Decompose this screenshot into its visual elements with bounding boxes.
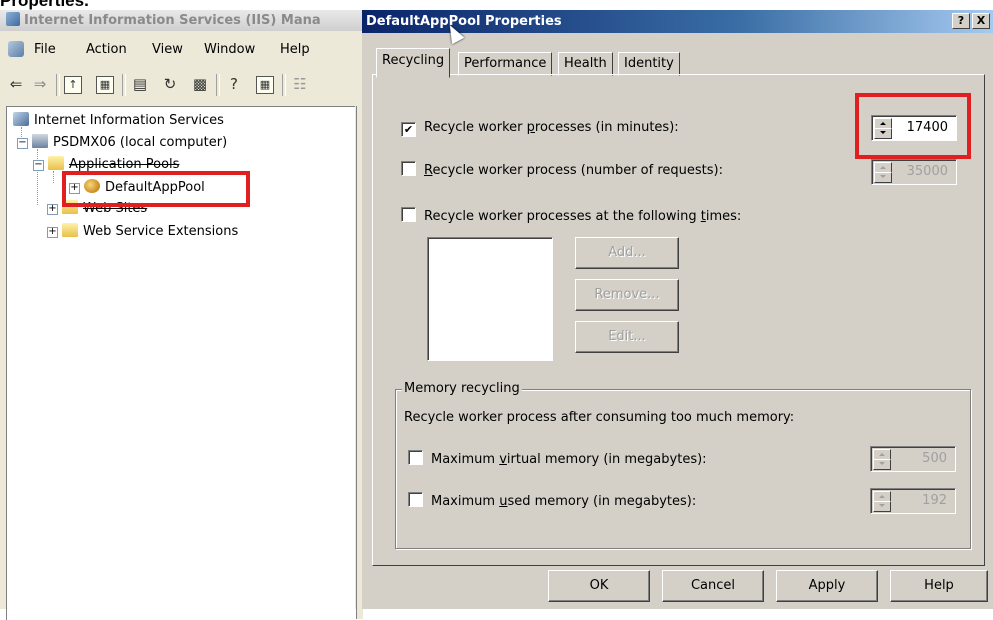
apply-button[interactable]: Apply (776, 570, 878, 602)
used-memory-option[interactable]: Maximum used memory (in megabytes): (408, 492, 696, 510)
recycle-minutes-checkbox[interactable] (401, 122, 416, 137)
dialog-title: DefaultAppPool Properties (366, 14, 562, 29)
recycle-requests-checkbox[interactable] (401, 161, 416, 176)
iis-title-bar: Internet Information Services (IIS) Mana (0, 10, 362, 31)
memory-recycling-legend: Memory recycling (402, 381, 522, 396)
recycle-times-option[interactable]: Recycle worker processes at the followin… (401, 207, 741, 225)
properties-dialog: DefaultAppPool Properties ? X Recycling … (362, 10, 993, 609)
toolbar-separator (216, 74, 220, 96)
action-pane-icon[interactable]: ▦ (256, 76, 274, 94)
spin-down-arrow-icon[interactable] (873, 501, 891, 512)
tree-item-iis[interactable]: Internet Information Services (13, 111, 224, 131)
recycle-requests-spinner[interactable]: 35000 (871, 159, 957, 185)
recycle-times-label: Recycle worker processes at the followin… (424, 209, 742, 224)
show-hide-tree-icon[interactable]: ▦ (96, 76, 114, 94)
used-memory-checkbox[interactable] (408, 492, 423, 507)
export-list-icon[interactable]: ▩ (190, 74, 210, 94)
expand-icon[interactable]: + (47, 227, 58, 238)
cancel-button[interactable]: Cancel (662, 570, 764, 602)
tab-performance[interactable]: Performance (458, 52, 553, 76)
help-icon[interactable]: ? (224, 74, 244, 94)
recycle-requests-option[interactable]: Recycle worker process (number of reques… (401, 161, 723, 179)
menu-bar: File Action View Window Help (0, 36, 362, 62)
recycle-requests-label: Recycle worker process (number of reques… (424, 163, 723, 178)
used-memory-label: Maximum used memory (in megabytes): (431, 494, 697, 509)
ok-button[interactable]: OK (548, 570, 650, 602)
virtual-memory-option[interactable]: Maximum virtual memory (in megabytes): (408, 450, 707, 468)
iis-icon (13, 112, 29, 126)
virtual-memory-label: Maximum virtual memory (in megabytes): (431, 452, 707, 467)
memory-recycling-group: Memory recycling Recycle worker process … (395, 381, 971, 549)
edit-time-button[interactable]: Edit... (575, 321, 679, 353)
help-button[interactable]: Help (890, 570, 988, 602)
server-icon[interactable]: ☷ (290, 74, 310, 94)
folder-icon (48, 156, 64, 170)
folder-icon (62, 223, 78, 237)
toolbar-separator (122, 74, 126, 96)
recycle-requests-value: 35000 (906, 164, 948, 179)
up-one-level-icon[interactable]: ↑ (64, 76, 82, 94)
used-memory-spinner[interactable]: 192 (870, 488, 956, 514)
memory-description: Recycle worker process after consuming t… (404, 410, 795, 425)
recycle-times-checkbox[interactable] (401, 207, 416, 222)
tab-recycling[interactable]: Recycling (376, 48, 451, 78)
close-button[interactable]: X (972, 13, 990, 29)
forward-arrow-icon[interactable]: ⇒ (30, 74, 50, 94)
properties-icon[interactable]: ▤ (130, 74, 150, 94)
tree-item-computer[interactable]: − PSDMX06 (local computer) (17, 133, 227, 153)
recycle-times-list[interactable] (427, 237, 553, 361)
tree-label: Application Pools (69, 157, 180, 172)
iis-manager-window: Internet Information Services (IIS) Mana… (0, 10, 363, 620)
tab-health[interactable]: Health (558, 52, 613, 76)
tree-item-web-service-extensions[interactable]: + Web Service Extensions (47, 222, 238, 242)
toolbar-separator (56, 74, 60, 96)
recycling-panel: Recycle worker processes (in minutes): 1… (372, 74, 985, 566)
recycle-minutes-option[interactable]: Recycle worker processes (in minutes): (401, 119, 679, 137)
iis-app-icon (6, 12, 20, 26)
recycle-minutes-label: Recycle worker processes (in minutes): (424, 120, 679, 135)
tree-label: Web Service Extensions (83, 224, 239, 239)
highlight-box-minutes (855, 93, 971, 159)
menu-window[interactable]: Window (204, 42, 255, 57)
context-help-button[interactable]: ? (952, 13, 970, 29)
tree-label: Internet Information Services (34, 113, 224, 128)
back-arrow-icon[interactable]: ⇐ (6, 74, 26, 94)
toolbar-separator (282, 74, 286, 96)
spin-down-arrow-icon[interactable] (873, 459, 891, 470)
menu-file[interactable]: File (34, 42, 56, 57)
refresh-icon[interactable]: ↻ (160, 74, 180, 94)
iis-title-text: Internet Information Services (IIS) Mana (24, 13, 321, 28)
collapse-icon[interactable]: − (17, 138, 28, 149)
virtual-memory-value: 500 (922, 451, 947, 466)
tree-label: PSDMX06 (local computer) (53, 135, 228, 150)
virtual-memory-checkbox[interactable] (408, 450, 423, 465)
collapse-icon[interactable]: − (33, 160, 44, 171)
highlight-box-pool (62, 171, 250, 207)
used-memory-value: 192 (922, 493, 947, 508)
computer-icon (32, 134, 48, 148)
virtual-memory-spinner[interactable]: 500 (870, 446, 956, 472)
menu-action[interactable]: Action (86, 42, 127, 57)
spin-down-arrow-icon[interactable] (874, 172, 892, 183)
add-time-button[interactable]: Add... (575, 237, 679, 269)
tree-pane: Internet Information Services − PSDMX06 (… (6, 106, 355, 620)
remove-time-button[interactable]: Remove... (575, 279, 679, 311)
system-menu-icon[interactable] (8, 41, 24, 57)
expand-icon[interactable]: + (47, 204, 58, 215)
toolbar: ⇐ ⇒ ↑ ▦ ▤ ↻ ▩ ? ▦ ☷ (0, 70, 362, 100)
tab-identity[interactable]: Identity (618, 52, 680, 76)
menu-view[interactable]: View (152, 42, 183, 57)
menu-help[interactable]: Help (280, 42, 310, 57)
